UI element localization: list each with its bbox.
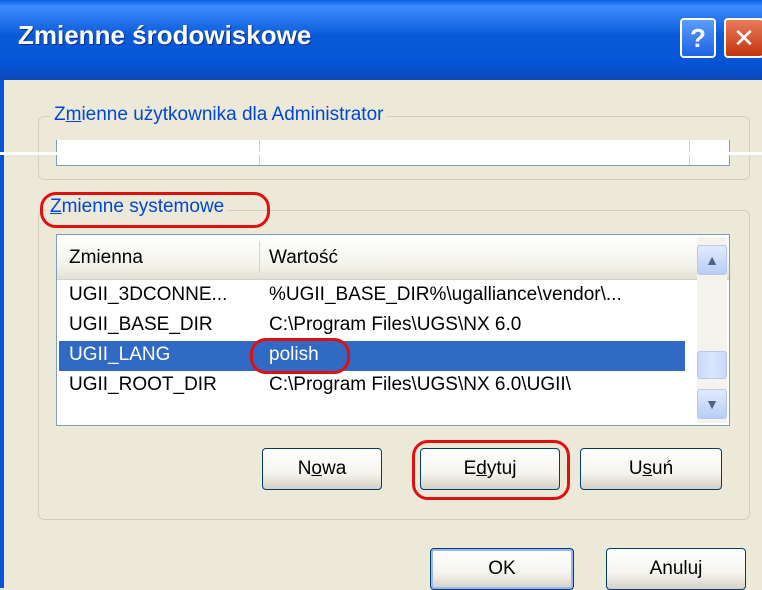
window-title: Zmienne środowiskowe: [18, 20, 312, 50]
screenshot-cut-line: [0, 152, 762, 155]
system-variables-list[interactable]: Zmienna Wartość UGII_3DCONNE... %UGII_BA…: [56, 234, 730, 426]
column-header-name[interactable]: Zmienna: [69, 247, 143, 269]
vertical-scrollbar[interactable]: ▲ ▼: [697, 237, 727, 423]
close-icon: ✕: [733, 23, 755, 53]
scroll-up-button[interactable]: ▲: [697, 245, 727, 275]
user-variables-label: Zmienne użytkownika dla Administrator: [50, 104, 388, 126]
table-row-selected[interactable]: UGII_LANG polish: [59, 341, 685, 371]
delete-button[interactable]: Usuń: [580, 448, 722, 490]
table-row[interactable]: UGII_3DCONNE... %UGII_BASE_DIR%\ugallian…: [59, 281, 685, 311]
help-icon: ?: [690, 23, 706, 53]
variable-name: UGII_BASE_DIR: [69, 314, 213, 335]
help-button[interactable]: ?: [680, 18, 716, 58]
scroll-down-button[interactable]: ▼: [697, 389, 727, 419]
chevron-down-icon: ▼: [705, 396, 719, 412]
window-frame-left: [0, 80, 4, 588]
variable-name: UGII_LANG: [69, 344, 171, 365]
new-button[interactable]: Nowa: [262, 448, 382, 490]
variable-value: C:\Program Files\UGS\NX 6.0\UGII\: [269, 374, 571, 395]
table-row[interactable]: UGII_ROOT_DIR C:\Program Files\UGS\NX 6.…: [59, 371, 685, 401]
column-header-value[interactable]: Wartość: [269, 247, 338, 269]
scroll-thumb[interactable]: [697, 351, 727, 379]
variable-name: UGII_ROOT_DIR: [69, 374, 217, 395]
list-header: Zmienna Wartość: [57, 235, 729, 280]
variable-name: UGII_3DCONNE...: [69, 284, 228, 305]
close-button[interactable]: ✕: [724, 18, 762, 58]
variable-value: %UGII_BASE_DIR%\ugalliance\vendor\...: [269, 284, 622, 305]
column-separator: [259, 241, 260, 273]
ok-button[interactable]: OK: [430, 548, 574, 590]
table-row[interactable]: UGII_BASE_DIR C:\Program Files\UGS\NX 6.…: [59, 311, 685, 341]
edit-button[interactable]: Edytuj: [420, 448, 560, 490]
title-bar: Zmienne środowiskowe ? ✕: [0, 0, 762, 80]
chevron-up-icon: ▲: [705, 252, 719, 268]
cancel-button[interactable]: Anuluj: [606, 548, 746, 590]
variable-value: C:\Program Files\UGS\NX 6.0: [269, 314, 522, 335]
system-variables-label: Zmienne systemowe: [46, 196, 229, 218]
variable-value: polish: [269, 344, 319, 365]
